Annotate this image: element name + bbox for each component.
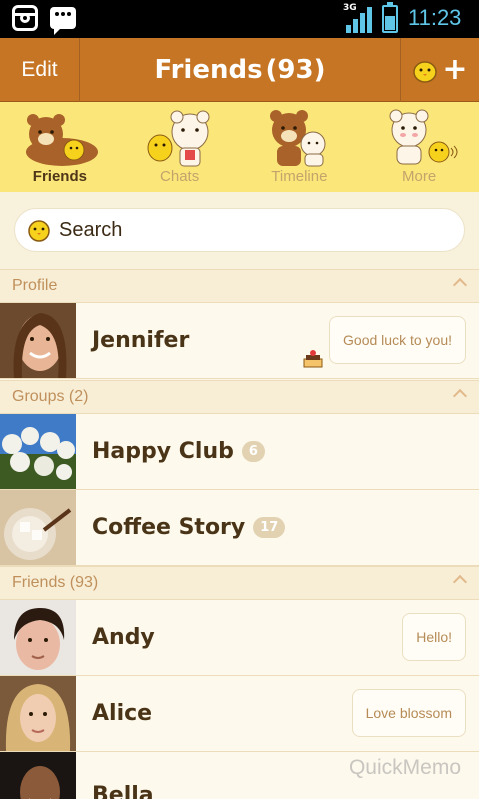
avatar <box>0 752 76 799</box>
friend-name: Andy <box>92 625 155 650</box>
message-icon <box>50 7 76 35</box>
section-label: Profile <box>12 277 58 294</box>
section-label: Friends (93) <box>12 574 99 591</box>
tab-chats[interactable]: Chats <box>120 102 240 192</box>
quickmemo-watermark: QuickMemo <box>348 756 461 779</box>
title-text: Friends <box>154 55 263 85</box>
search-label: Search <box>59 218 123 241</box>
avatar <box>0 414 76 489</box>
status-bar: 3G 11:23 <box>0 0 479 38</box>
friend-count: (93) <box>265 55 326 85</box>
tab-friends[interactable]: Friends <box>0 102 120 192</box>
instagram-icon <box>12 5 38 31</box>
bear-chick-icon <box>25 114 98 166</box>
tab-more[interactable]: More <box>359 102 479 192</box>
bear-chick-more-icon <box>389 109 458 165</box>
chick-bear-icon <box>147 110 210 167</box>
group-name: Coffee Story 17 <box>92 490 286 565</box>
member-count-badge: 17 <box>253 517 286 538</box>
search-input[interactable]: Search <box>14 208 465 252</box>
friend-name: Bella <box>92 783 154 799</box>
search-area: Search <box>0 192 479 269</box>
chick-icon <box>413 61 438 83</box>
tab-timeline[interactable]: Timeline <box>240 102 360 192</box>
status-message[interactable]: Hello! <box>402 613 466 661</box>
status-message[interactable]: Love blossom <box>351 689 466 737</box>
signal-icon <box>346 7 372 33</box>
profile-row[interactable]: Jennifer Good luck to you! <box>0 303 479 379</box>
plus-icon: + <box>442 52 468 87</box>
avatar <box>0 676 76 751</box>
group-name: Happy Club 6 <box>92 414 265 489</box>
add-friend-button[interactable]: + <box>400 38 479 102</box>
avatar <box>0 600 76 675</box>
clock: 11:23 <box>408 5 462 30</box>
group-row[interactable]: Happy Club 6 <box>0 414 479 490</box>
avatar <box>0 303 76 378</box>
bears-icon <box>270 110 326 167</box>
section-friends[interactable]: Friends (93) <box>0 566 479 600</box>
tab-label: Friends <box>32 168 87 185</box>
group-label: Happy Club <box>92 439 234 464</box>
collapse-icon <box>452 574 468 590</box>
group-row[interactable]: Coffee Story 17 <box>0 490 479 566</box>
friend-row[interactable]: Andy Hello! <box>0 600 479 676</box>
section-label: Groups (2) <box>12 388 89 405</box>
battery-icon <box>382 2 398 33</box>
member-count-badge: 6 <box>241 441 265 462</box>
page-title: Friends (93) <box>80 38 400 102</box>
status-message[interactable]: Good luck to you! <box>329 316 466 364</box>
section-profile[interactable]: Profile <box>0 269 479 303</box>
section-groups[interactable]: Groups (2) <box>0 380 479 414</box>
friend-row[interactable]: Alice Love blossom <box>0 676 479 752</box>
tab-label: More <box>402 168 437 185</box>
tab-label: Chats <box>160 168 200 185</box>
edit-button[interactable]: Edit <box>0 38 80 102</box>
title-bar: Edit Friends (93) + <box>0 38 479 102</box>
tab-label: Timeline <box>271 168 328 185</box>
group-label: Coffee Story <box>92 515 246 540</box>
profile-name: Jennifer <box>92 328 190 353</box>
cake-icon <box>303 350 323 368</box>
collapse-icon <box>452 388 468 404</box>
tab-bar: Friends Chats Timeline More <box>0 102 479 192</box>
chick-icon <box>28 220 50 242</box>
collapse-icon <box>452 277 468 293</box>
friend-name: Alice <box>92 701 153 726</box>
avatar <box>0 490 76 565</box>
